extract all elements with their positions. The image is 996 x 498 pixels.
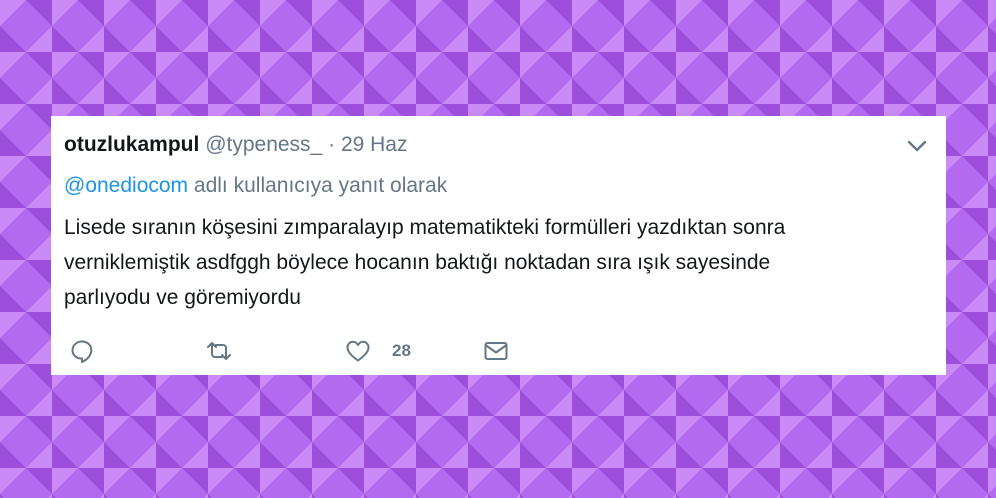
tweet-date[interactable]: 29 Haz — [341, 133, 408, 156]
tweet-header: otuzlukampul @typeness_ · 29 Haz — [64, 132, 407, 158]
heart-icon[interactable] — [344, 337, 372, 365]
tweet-text: Lisede sıranın köşesini zımparalayıp mat… — [64, 210, 924, 315]
reply-context: @onediocom adlı kullanıcıya yanıt olarak — [64, 173, 447, 199]
envelope-icon[interactable] — [482, 337, 510, 365]
tweet-text-line: Lisede sıranın köşesini zımparalayıp mat… — [64, 216, 786, 239]
like-count: 28 — [392, 341, 411, 360]
reply-mention-link[interactable]: @onediocom — [64, 174, 188, 197]
tweet-card: otuzlukampul @typeness_ · 29 Haz @onedio… — [51, 116, 946, 375]
reply-icon[interactable] — [68, 337, 96, 365]
tweet-text-line: verniklemiştik asdfggh böylece hocanın b… — [64, 251, 771, 274]
separator-dot: · — [328, 133, 336, 156]
retweet-icon[interactable] — [205, 337, 233, 365]
tweet-text-line: parlıyodu ve göremiyordu — [64, 286, 301, 309]
reply-context-text: adlı kullanıcıya yanıt olarak — [193, 174, 448, 197]
user-handle[interactable]: @typeness_ — [205, 133, 322, 156]
tweet-actions: 28 — [51, 334, 946, 368]
display-name[interactable]: otuzlukampul — [64, 133, 199, 156]
chevron-down-icon[interactable] — [904, 133, 930, 159]
